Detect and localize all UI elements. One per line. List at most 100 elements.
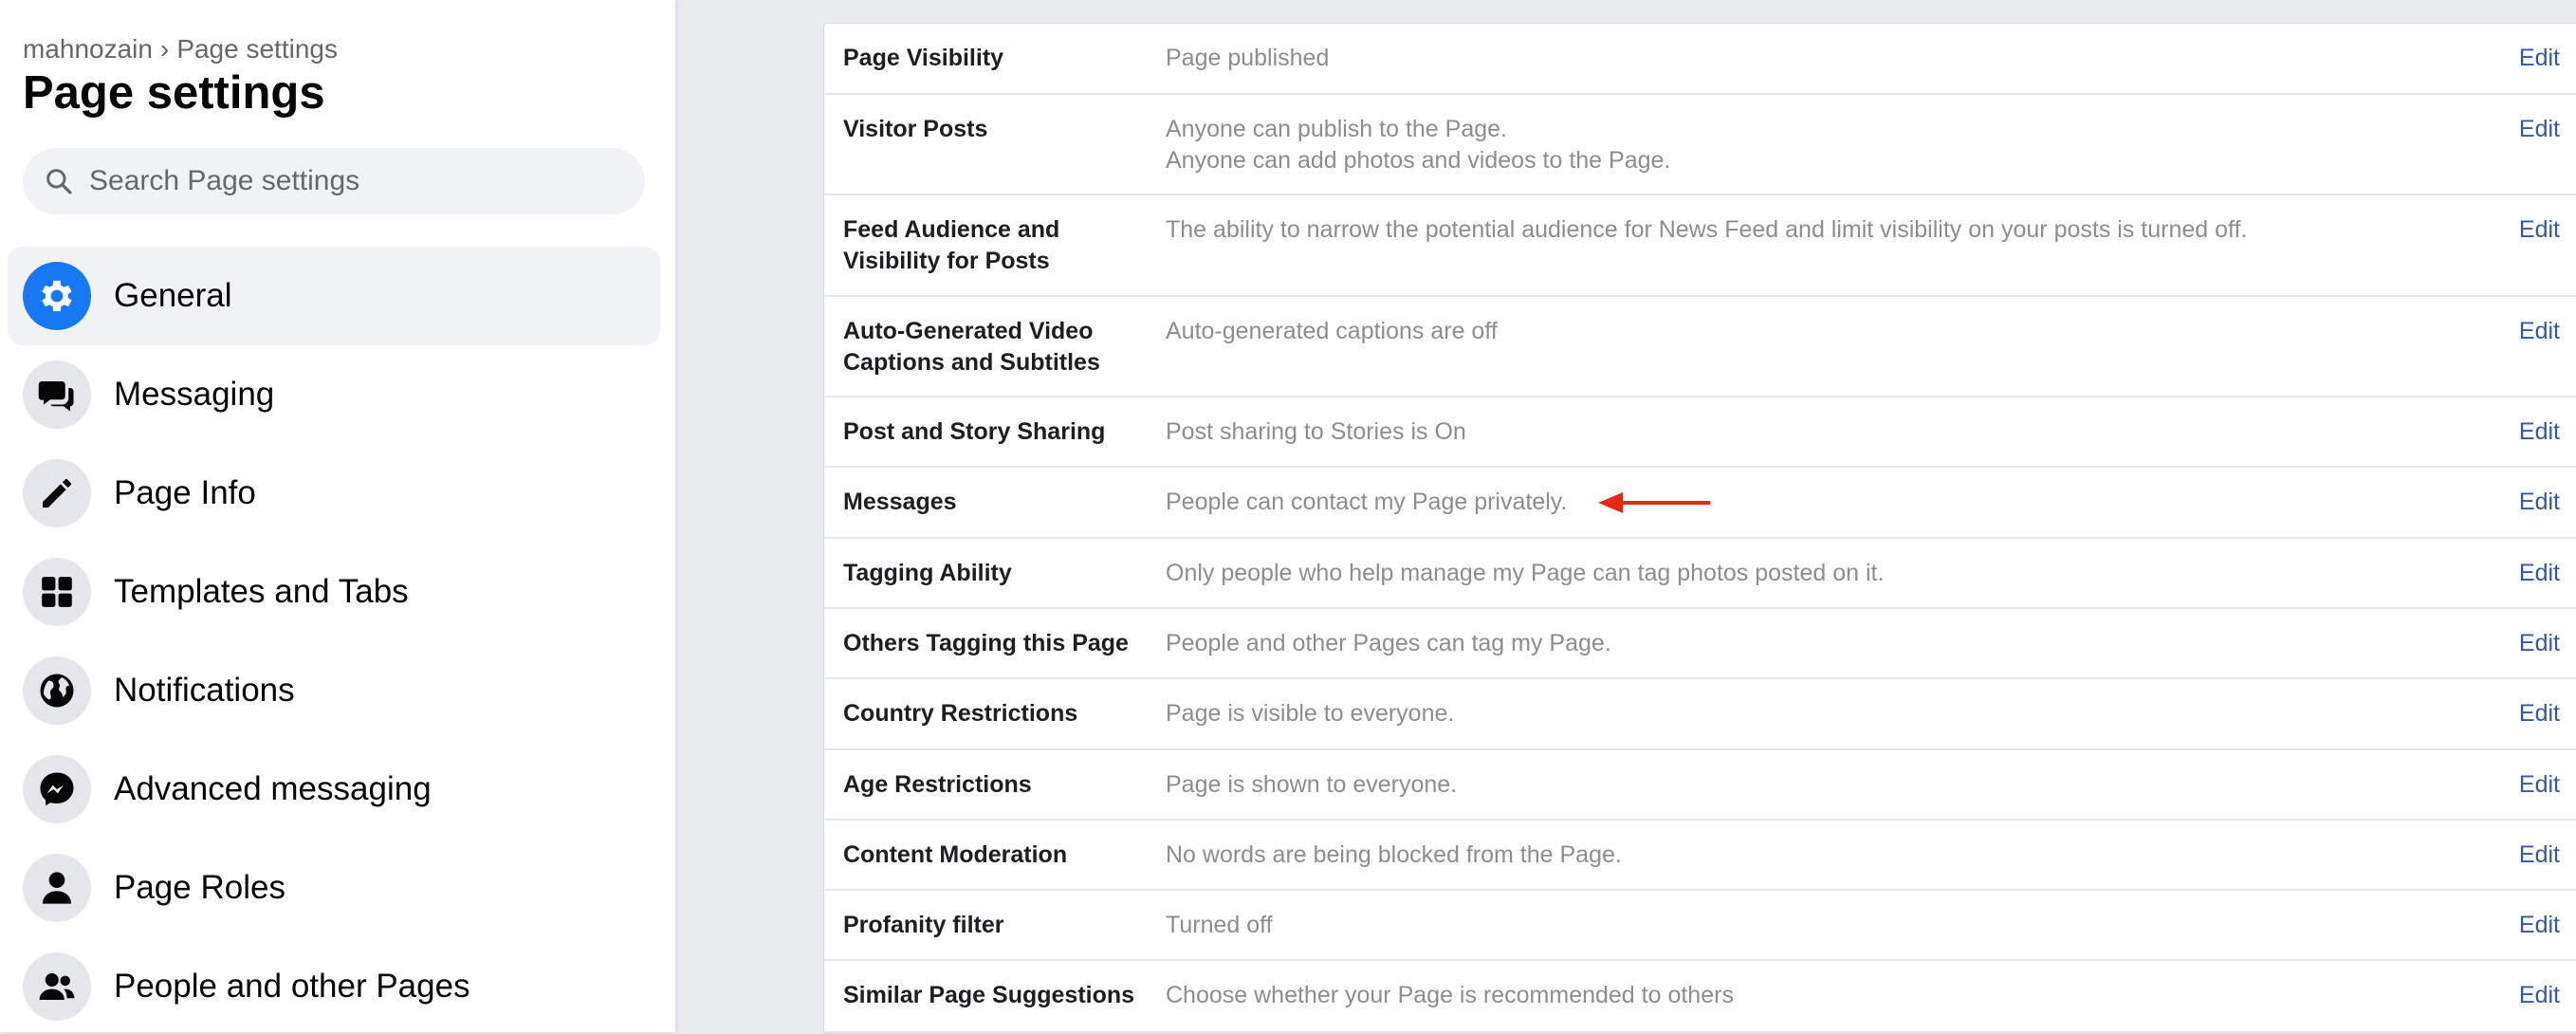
row-title: Content Moderation	[843, 841, 1068, 868]
row-description-line: The ability to narrow the potential audi…	[1166, 216, 2248, 243]
settings-row-auto-captions: Auto-Generated Video Captions and Subtit…	[824, 297, 2576, 397]
sidebar-item-label: Advanced messaging	[114, 770, 432, 807]
sidebar-item-messaging[interactable]: Messaging	[8, 345, 660, 444]
row-description-line: People and other Pages can tag my Page.	[1166, 630, 1611, 656]
edit-link[interactable]: Edit	[2519, 840, 2560, 871]
row-description-line: People can contact my Page privately.	[1166, 489, 1568, 515]
gear-icon	[23, 262, 91, 330]
settings-table: Page Visibility Page published Edit Visi…	[823, 23, 2576, 1034]
row-description: Choose whether your Page is recommended …	[1166, 980, 2380, 1011]
globe-icon	[23, 656, 91, 725]
row-description-line: Page is visible to everyone.	[1166, 700, 1455, 727]
row-description: Page published	[1166, 43, 2380, 74]
edit-link[interactable]: Edit	[2519, 316, 2560, 347]
sidebar-item-label: People and other Pages	[114, 968, 470, 1005]
row-description: Page is shown to everyone.	[1166, 769, 2380, 801]
settings-row-similar-page-suggestions: Similar Page Suggestions Choose whether …	[824, 961, 2576, 1033]
row-title: Country Restrictions	[843, 700, 1078, 727]
pencil-icon	[23, 459, 91, 527]
people-icon	[23, 952, 91, 1021]
chat-bubbles-icon	[23, 360, 91, 429]
breadcrumb: mahnozain › Page settings	[23, 34, 338, 65]
row-description: Anyone can publish to the Page. Anyone ca…	[1166, 114, 2380, 176]
row-description: People can contact my Page privately.	[1166, 487, 2380, 518]
sidebar-item-label: Page Roles	[114, 869, 285, 906]
row-title: Similar Page Suggestions	[843, 982, 1135, 1008]
row-title: Auto-Generated Video Captions and Subtit…	[843, 318, 1100, 376]
search-icon	[46, 169, 72, 194]
row-title: Feed Audience and Visibility for Posts	[843, 216, 1060, 274]
row-title: Tagging Ability	[843, 560, 1012, 586]
row-description-line: Only people who help manage my Page can …	[1166, 560, 1885, 586]
sidebar-item-templates-and-tabs[interactable]: Templates and Tabs	[8, 543, 660, 641]
settings-row-tagging-ability: Tagging Ability Only people who help man…	[824, 539, 2576, 609]
sidebar-item-label: Messaging	[114, 376, 275, 413]
row-description: Page is visible to everyone.	[1166, 698, 2380, 729]
sidebar-item-label: General	[114, 277, 232, 314]
edit-link[interactable]: Edit	[2519, 416, 2560, 448]
row-title: Messages	[843, 489, 957, 515]
row-description-line: No words are being blocked from the Page…	[1166, 841, 1622, 868]
row-description: Post sharing to Stories is On	[1166, 416, 2380, 448]
sidebar: mahnozain›Page settings Page settings Ge…	[0, 0, 675, 1032]
row-description-line: Anyone can publish to the Page.	[1166, 116, 1507, 142]
edit-link[interactable]: Edit	[2519, 980, 2560, 1011]
red-arrow-annotation	[1598, 492, 1710, 513]
edit-link[interactable]: Edit	[2519, 43, 2560, 74]
row-title: Age Restrictions	[843, 771, 1032, 798]
row-description: People and other Pages can tag my Page.	[1166, 628, 2380, 659]
row-description: Auto-generated captions are off	[1166, 316, 2380, 347]
breadcrumb-current: Page settings	[176, 34, 338, 64]
edit-link[interactable]: Edit	[2519, 698, 2560, 729]
settings-row-post-and-story-sharing: Post and Story Sharing Post sharing to S…	[824, 397, 2576, 468]
edit-link[interactable]: Edit	[2519, 910, 2560, 941]
row-description: Turned off	[1166, 910, 2380, 941]
row-description-line: Page is shown to everyone.	[1166, 771, 1458, 798]
sidebar-item-page-roles[interactable]: Page Roles	[8, 839, 660, 937]
page-title: Page settings	[23, 67, 325, 119]
row-description-line: Auto-generated captions are off	[1166, 318, 1498, 344]
row-title: Profanity filter	[843, 912, 1004, 938]
edit-link[interactable]: Edit	[2519, 214, 2560, 246]
row-description: The ability to narrow the potential audi…	[1166, 214, 2380, 246]
row-title: Post and Story Sharing	[843, 418, 1106, 445]
row-title: Others Tagging this Page	[843, 630, 1129, 656]
sidebar-item-general[interactable]: General	[8, 247, 660, 345]
settings-row-content-moderation: Content Moderation No words are being bl…	[824, 821, 2576, 891]
sidebar-item-label: Notifications	[114, 672, 295, 709]
row-description-line: Turned off	[1166, 912, 1273, 938]
edit-link[interactable]: Edit	[2519, 487, 2560, 518]
row-title: Page Visibility	[843, 45, 1004, 71]
breadcrumb-separator: ›	[159, 34, 170, 64]
search-box[interactable]	[23, 148, 645, 214]
edit-link[interactable]: Edit	[2519, 114, 2560, 145]
sidebar-item-page-info[interactable]: Page Info	[8, 444, 660, 543]
row-description: No words are being blocked from the Page…	[1166, 840, 2380, 871]
sidebar-item-people-and-other-pages[interactable]: People and other Pages	[8, 937, 660, 1032]
settings-row-country-restrictions: Country Restrictions Page is visible to …	[824, 679, 2576, 750]
settings-row-profanity-filter: Profanity filter Turned off Edit	[824, 891, 2576, 961]
messenger-icon	[23, 755, 91, 823]
settings-row-feed-audience: Feed Audience and Visibility for Posts T…	[824, 195, 2576, 297]
row-description-line: Post sharing to Stories is On	[1166, 418, 1466, 445]
row-title: Visitor Posts	[843, 116, 988, 142]
sidebar-item-label: Page Info	[114, 474, 256, 511]
settings-row-age-restrictions: Age Restrictions Page is shown to everyo…	[824, 750, 2576, 821]
search-input[interactable]	[87, 164, 622, 198]
sidebar-item-notifications[interactable]: Notifications	[8, 641, 660, 740]
sidebar-item-advanced-messaging[interactable]: Advanced messaging	[8, 740, 660, 839]
settings-row-page-visibility: Page Visibility Page published Edit	[824, 24, 2576, 95]
row-description-line: Page published	[1166, 45, 1330, 71]
grid-icon	[23, 558, 91, 626]
edit-link[interactable]: Edit	[2519, 628, 2560, 659]
row-description: Only people who help manage my Page can …	[1166, 558, 2380, 589]
person-icon	[23, 854, 91, 922]
settings-row-visitor-posts: Visitor Posts Anyone can publish to the …	[824, 95, 2576, 195]
settings-row-messages: Messages People can contact my Page priv…	[824, 468, 2576, 539]
sidebar-item-label: Templates and Tabs	[114, 573, 409, 610]
edit-link[interactable]: Edit	[2519, 769, 2560, 801]
edit-link[interactable]: Edit	[2519, 558, 2560, 589]
breadcrumb-account-link[interactable]: mahnozain	[23, 34, 153, 64]
row-description-line: Anyone can add photos and videos to the …	[1166, 147, 1671, 174]
settings-row-others-tagging: Others Tagging this Page People and othe…	[824, 609, 2576, 679]
